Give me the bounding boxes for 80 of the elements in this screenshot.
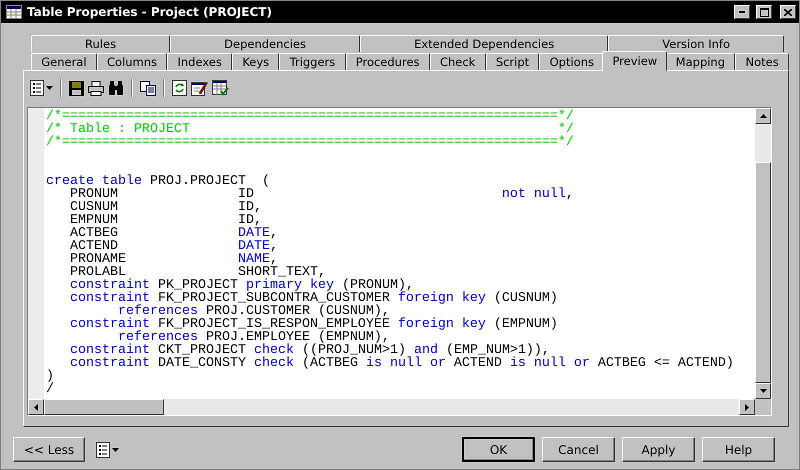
find-button[interactable] xyxy=(108,78,124,98)
preview-editor[interactable] xyxy=(27,107,772,416)
scroll-down-button[interactable] xyxy=(755,383,771,399)
code-line: constraint DATE_CONSTY check (ACTBEG is null or ACTEND is null or ACTBEG <= ACTEND) xyxy=(68,357,735,370)
list-icon xyxy=(96,442,110,458)
pencil-sheet-icon xyxy=(191,80,208,96)
tab[interactable]: Notes xyxy=(735,53,789,70)
dialog-button[interactable]: Help xyxy=(702,437,775,462)
code-line: PRONAME NAME, xyxy=(68,253,278,266)
tab[interactable]: General xyxy=(31,53,97,70)
dialog-button[interactable]: Apply xyxy=(622,437,695,462)
code-line: /*==============================================================*/ xyxy=(46,136,575,149)
copy-icon xyxy=(140,80,156,96)
code-line: EMPNUM ID, xyxy=(68,214,262,227)
scroll-right-button[interactable] xyxy=(739,399,755,415)
tab[interactable]: Options xyxy=(539,53,604,70)
printer-icon xyxy=(88,80,104,96)
tab[interactable]: Preview xyxy=(602,51,668,71)
print-button[interactable] xyxy=(88,78,104,98)
code-line: /*==============================================================*/ xyxy=(46,110,575,123)
code-line: references PROJ.EMPLOYEE (EMPNUM), xyxy=(118,331,390,344)
scroll-up-button[interactable] xyxy=(755,108,771,124)
scroll-left-button[interactable] xyxy=(28,399,44,415)
dialog-button[interactable]: Cancel xyxy=(542,437,615,462)
scroll-thumb[interactable] xyxy=(755,162,771,383)
table-icon xyxy=(6,5,22,19)
binoculars-icon xyxy=(108,81,124,95)
left-arrow-icon xyxy=(34,404,38,410)
code-line: ACTBEG DATE, xyxy=(68,227,279,240)
vertical-scrollbar[interactable] xyxy=(755,108,771,399)
tab[interactable]: Procedures xyxy=(346,53,430,70)
tab[interactable]: Dependencies xyxy=(170,35,360,52)
tab[interactable]: Script xyxy=(486,53,540,70)
code-line: ) xyxy=(46,370,55,383)
window-title: Table Properties - Project (PROJECT) xyxy=(27,5,273,19)
save-button[interactable] xyxy=(69,78,84,98)
list-icon xyxy=(30,80,44,96)
check-button[interactable] xyxy=(212,78,229,98)
tab[interactable]: Columns xyxy=(96,53,168,70)
code-line: CUSNUM ID, xyxy=(68,201,263,214)
code-line: /* Table : PROJECT */ xyxy=(46,123,575,136)
code-line: PROLABL SHORT_TEXT, xyxy=(68,266,326,279)
scroll-thumb[interactable] xyxy=(44,399,164,415)
maximize-button[interactable] xyxy=(756,5,772,19)
tab[interactable]: Rules xyxy=(31,35,170,52)
code-line: PRONUM ID not null, xyxy=(68,188,575,201)
close-button[interactable] xyxy=(780,5,796,19)
maximize-icon xyxy=(760,8,768,16)
code-line: constraint PK_PROJECT primary key (PRONUM), xyxy=(68,279,414,292)
right-arrow-icon xyxy=(745,404,749,410)
caret-icon xyxy=(46,86,53,90)
dialog-button[interactable]: OK xyxy=(462,437,535,462)
code-line: references PROJ.CUSTOMER (CUSNUM), xyxy=(118,305,391,318)
code-line: / xyxy=(46,383,55,396)
caret-icon xyxy=(112,448,119,452)
close-icon xyxy=(784,8,792,16)
refresh-icon xyxy=(172,80,187,96)
code-line: constraint FK_PROJECT_IS_RESPON_EMPLOYEE foreign key (EMPNUM) xyxy=(68,318,559,331)
list-menu-button[interactable] xyxy=(30,78,53,98)
less-button[interactable]: << Less xyxy=(13,437,85,462)
copy-button[interactable] xyxy=(140,78,156,98)
down-arrow-icon xyxy=(760,389,766,393)
code-line: constraint CKT_PROJECT check ((PROJ_NUM>1) and (EMP_NUM>1)), xyxy=(68,344,550,357)
refresh-button[interactable] xyxy=(172,78,187,98)
checked-table-icon xyxy=(212,80,229,96)
code-line: ACTEND DATE, xyxy=(68,240,279,253)
horizontal-scrollbar[interactable] xyxy=(28,399,755,415)
minimize-button[interactable] xyxy=(734,5,750,19)
tab[interactable]: Check xyxy=(430,53,486,70)
tab[interactable]: Mapping xyxy=(665,53,736,70)
tab[interactable]: Extended Dependencies xyxy=(360,35,608,52)
up-arrow-icon xyxy=(760,114,766,118)
tab[interactable]: Triggers xyxy=(279,53,346,70)
tab[interactable]: Indexes xyxy=(167,53,232,70)
tab[interactable]: Version Info xyxy=(608,35,784,52)
code-line: create table PROJ.PROJECT ( xyxy=(46,175,271,188)
list-menu-button[interactable] xyxy=(96,440,119,460)
code-line: constraint FK_PROJECT_SUBCONTRA_CUSTOMER foreign key (CUSNUM) xyxy=(68,292,559,305)
tab[interactable]: Keys xyxy=(232,53,280,70)
minimize-icon xyxy=(739,11,745,13)
